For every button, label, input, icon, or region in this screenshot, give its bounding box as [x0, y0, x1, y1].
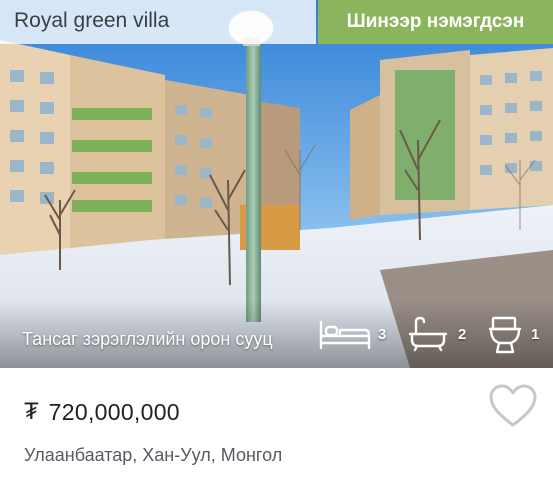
toilet-count-value: 1 — [531, 326, 540, 343]
location-text: Улаанбаатар, Хан-Уул, Монгол — [24, 445, 283, 465]
toilet-icon — [488, 316, 522, 354]
bathroom-count-value: 2 — [458, 326, 467, 343]
bedroom-count: 3 — [318, 316, 390, 356]
listing-photo[interactable]: Royal green villa Шинээр нэмэгдсэн Танса… — [0, 0, 553, 368]
bathroom-count: 2 — [408, 316, 470, 356]
bathtub-icon — [408, 316, 448, 352]
project-name-tag: Royal green villa — [0, 0, 316, 44]
project-name: Royal green villa — [14, 9, 170, 32]
price-row: ₮ 720,000,000 — [24, 395, 180, 429]
tugrik-currency-icon: ₮ — [24, 398, 39, 425]
new-listing-badge: Шинээр нэмэгдсэн — [318, 0, 553, 44]
bed-icon — [319, 320, 371, 350]
toilet-count: 1 — [488, 316, 550, 356]
bedroom-count-value: 3 — [378, 326, 387, 343]
favorite-button[interactable] — [488, 383, 538, 429]
heart-outline-icon — [489, 384, 537, 427]
price-value: 720,000,000 — [48, 398, 180, 425]
property-type-label: Тансаг зэрэглэлийн орон сууц — [22, 329, 273, 349]
